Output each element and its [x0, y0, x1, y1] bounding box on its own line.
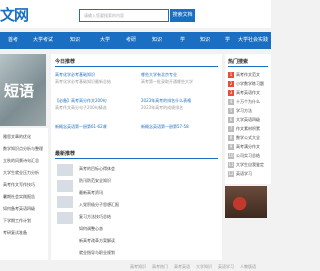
list-item[interactable]: 入党积极分子思想汇报 [79, 202, 179, 207]
rank-badge: 5 [228, 108, 234, 114]
thumbnail-image[interactable] [57, 196, 73, 208]
nav-item[interactable]: 学 [225, 32, 230, 49]
list-item[interactable]: 作文素材积累 [236, 126, 270, 131]
rank-badge: 1 [228, 72, 234, 78]
list-item[interactable]: 高考的目标心得体会 [79, 166, 179, 171]
list-item[interactable]: 下学期工作计划 [3, 218, 31, 223]
banner-text: 短语 [4, 82, 35, 100]
divider [228, 66, 268, 67]
article-title[interactable]: 新概念英语第一册第61-62课 [55, 124, 135, 129]
article-title[interactable]: 高考化学必考基础知识 [55, 72, 135, 77]
nav-item[interactable]: 大学考试 [33, 32, 53, 49]
list-item[interactable]: 高考满分作文 [236, 144, 270, 149]
search-button[interactable]: 搜索文档 [170, 9, 195, 22]
footer: 高考知识 高考热门 高考英语 大学知识 英语学习 人教版语 [0, 262, 271, 271]
rank-badge: 3 [228, 90, 234, 96]
rank-badge: 9 [228, 144, 234, 150]
site-logo[interactable]: 文网 [0, 4, 29, 25]
list-item[interactable]: 英语学习 [236, 171, 270, 176]
footer-link[interactable]: 高考英语 [174, 264, 190, 269]
divider [55, 158, 218, 159]
list-item[interactable]: 高考英语作文 [236, 90, 270, 95]
article-title[interactable]: 新概念英语第一册第57-58 [141, 124, 219, 129]
list-item[interactable]: 雅思文章的优化 [3, 134, 31, 139]
nav-item[interactable]: 大学社会实践 [238, 32, 268, 49]
list-item[interactable]: 暑期社会实践报告 [3, 194, 35, 199]
article-sub: 2023年高考的成绩排名 [141, 105, 184, 110]
footer-link[interactable]: 高考热门 [152, 264, 168, 269]
nav-item[interactable]: 知识 [152, 32, 162, 49]
hot-title: 热门搜索 [228, 59, 249, 65]
search-input[interactable]: 请输入您要搜索的内容 [79, 9, 169, 22]
rank-badge: 12 [228, 171, 234, 177]
main-nav: 首考 大学考试 知识 大学 考研 知识 学 知识 学 大学社会实践 [0, 32, 271, 49]
banner-image[interactable]: 短语 [0, 54, 46, 126]
rank-badge: 7 [228, 126, 234, 132]
list-item[interactable]: 考研复试准备 [3, 230, 27, 235]
promo-image[interactable] [225, 186, 267, 218]
list-item[interactable]: 十万个为什么 [236, 99, 270, 104]
list-item[interactable]: 大学英语四级 [236, 117, 270, 122]
list-item[interactable]: 大学生自我鉴定 [236, 162, 270, 167]
rank-badge: 8 [228, 135, 234, 141]
rank-badge: 10 [228, 153, 234, 159]
nav-item[interactable]: 首考 [8, 32, 18, 49]
nav-item[interactable]: 考研 [126, 32, 136, 49]
thumbnail-image[interactable] [57, 212, 73, 224]
hot-panel: 热门搜索 1 高考作文范文 2 小学数学练习题 3 高考英语作文 4 十万个为什… [225, 54, 271, 184]
list-item[interactable]: 新高考改革方案解读 [79, 238, 179, 243]
footer-link[interactable]: 大学知识 [196, 264, 212, 269]
header: 文网 请输入您要搜索的内容 搜索文档 [0, 0, 271, 28]
nav-item[interactable]: 知识 [70, 32, 80, 49]
list-item[interactable]: 如何备考英语四级 [3, 206, 35, 211]
rank-badge: 6 [228, 117, 234, 123]
thumbnail-image[interactable] [57, 164, 73, 176]
list-item[interactable]: 数学公式大全 [236, 135, 270, 140]
article-title[interactable]: 哪些大学有北京专业 [141, 72, 219, 77]
list-item[interactable]: 如何调整心态 [79, 226, 179, 231]
list-item[interactable]: 复习方法技巧总结 [79, 214, 179, 219]
list-item[interactable]: 高考作文范文 [236, 72, 270, 77]
today-title: 今日推荐 [55, 59, 76, 65]
main-panel: 今日推荐 高考化学必考基础知识 高考化学必考基础知识最新总结 哪些大学有北京专业… [51, 54, 222, 260]
nav-item[interactable]: 知识 [200, 32, 210, 49]
rank-badge: 4 [228, 99, 234, 105]
article-sub: 高考作文高分句子200句精选 [55, 105, 107, 110]
article-sub: 高考第一批录取开通哪些大学 [141, 79, 193, 84]
list-item[interactable]: 小学数学练习题 [236, 81, 270, 86]
list-item[interactable]: 立秋的风景诗句汇总 [3, 158, 39, 163]
thumbnail-image[interactable] [57, 180, 73, 192]
list-item[interactable]: 就业指导与职业规划 [79, 250, 179, 255]
nav-item[interactable]: 大学 [100, 32, 110, 49]
latest-title: 最新推荐 [55, 151, 76, 157]
article-title[interactable]: 2023年高考的排名什么表格 [141, 98, 219, 103]
list-item[interactable]: 公司实习总结 [236, 153, 270, 158]
list-item[interactable]: 学习方法 [236, 108, 270, 113]
list-item[interactable]: 最新高考资讯 [79, 190, 179, 195]
rank-badge: 11 [228, 162, 234, 168]
divider [55, 66, 218, 67]
footer-link[interactable]: 人教版语 [240, 264, 256, 269]
nav-item[interactable]: 学 [180, 32, 185, 49]
article-title[interactable]: 【必备】高考高分作文200句 [55, 98, 135, 103]
list-item[interactable]: 大学生就业压力分析 [3, 170, 39, 175]
list-item[interactable]: 防汛防范安全知识 [79, 178, 179, 183]
rank-badge: 2 [228, 81, 234, 87]
footer-link[interactable]: 英语学习 [218, 264, 234, 269]
list-item[interactable]: 高考作文写作技巧 [3, 182, 35, 187]
footer-link[interactable]: 高考知识 [130, 264, 146, 269]
list-item[interactable]: 数学知识点分析与整理 [3, 146, 43, 151]
left-list: 雅思文章的优化 数学知识点分析与整理 立秋的风景诗句汇总 大学生就业压力分析 高… [0, 128, 48, 260]
article-sub: 高考化学必考基础知识最新总结 [55, 79, 111, 84]
